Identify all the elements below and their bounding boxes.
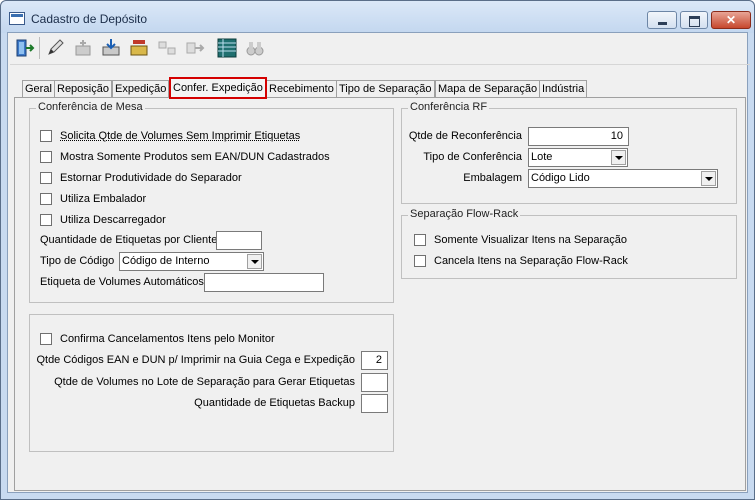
flow-rack-legend: Separação Flow-Rack xyxy=(408,208,521,220)
conferencia-rf-legend: Conferência RF xyxy=(408,101,490,113)
qtd-volumes-input[interactable] xyxy=(361,373,388,392)
checkbox-label: Confirma Cancelamentos Itens pelo Monito… xyxy=(60,333,275,345)
checkbox-embalador[interactable]: Utiliza Embalador xyxy=(40,193,147,206)
checkbox-box[interactable] xyxy=(40,151,52,164)
qtd-backup-input[interactable] xyxy=(361,394,388,413)
conferencia-mesa-legend: Conferência de Mesa xyxy=(36,101,145,113)
qtd-volumes-label: Qtde de Volumes no Lote de Separação par… xyxy=(54,376,355,388)
qtde-reconf-input[interactable]: 10 xyxy=(528,127,629,146)
conferencia-rf-group: Conferência RF Qtde de Reconferência 10 … xyxy=(401,101,737,204)
title-bar: Cadastro de Depósito ✕ xyxy=(1,1,754,33)
maximize-button[interactable] xyxy=(680,11,708,29)
main-window: Cadastro de Depósito ✕ Geral Reposição E… xyxy=(0,0,755,500)
tab-recebimento[interactable]: Recebimento xyxy=(266,80,337,97)
qtd-etiquetas-label: Quantidade de Etiquetas por Cliente xyxy=(40,234,218,246)
tipo-conf-label: Tipo de Conferência xyxy=(423,151,522,163)
qtd-etiquetas-input[interactable] xyxy=(216,231,262,250)
transfer-icon[interactable] xyxy=(156,37,178,59)
save-icon[interactable] xyxy=(100,37,122,59)
qtde-reconf-label: Qtde de Reconferência xyxy=(408,130,522,142)
checkbox-box[interactable] xyxy=(40,333,52,346)
tipo-codigo-label: Tipo de Código xyxy=(40,255,115,267)
exit-icon[interactable] xyxy=(14,37,36,59)
qtd-ean-input[interactable]: 2 xyxy=(361,351,388,370)
new-icon[interactable] xyxy=(72,37,94,59)
conferencia-mesa-group: Conferência de Mesa Solicita Qtde de Vol… xyxy=(29,101,394,303)
checkbox-cancela-itens[interactable]: Cancela Itens na Separação Flow-Rack xyxy=(414,255,628,268)
checkbox-box[interactable] xyxy=(40,130,52,143)
options-group: Confirma Cancelamentos Itens pelo Monito… xyxy=(29,314,394,452)
chevron-down-icon[interactable] xyxy=(611,150,626,165)
edit-icon[interactable] xyxy=(44,37,66,59)
checkbox-label: Utiliza Embalador xyxy=(60,193,147,205)
checkbox-box[interactable] xyxy=(414,234,426,247)
toolbar xyxy=(10,34,750,65)
etiqueta-volumes-label: Etiqueta de Volumes Automáticos xyxy=(40,276,204,288)
tab-mapa-separacao[interactable]: Mapa de Separação xyxy=(435,80,541,97)
tab-panel: Conferência de Mesa Solicita Qtde de Vol… xyxy=(14,97,746,491)
chevron-down-icon[interactable] xyxy=(701,171,716,186)
tab-reposicao[interactable]: Reposição xyxy=(54,80,112,97)
etiqueta-volumes-input[interactable] xyxy=(204,273,324,292)
window-title: Cadastro de Depósito xyxy=(31,12,148,26)
checkbox-label: Estornar Produtividade do Separador xyxy=(60,172,242,184)
minimize-button[interactable] xyxy=(647,11,677,29)
checkbox-label: Utiliza Descarregador xyxy=(60,214,166,226)
app-icon xyxy=(9,12,25,25)
checkbox-label: Cancela Itens na Separação Flow-Rack xyxy=(434,255,628,267)
embalagem-value: Código Lido xyxy=(531,172,590,184)
client-area: Geral Reposição Expedição Confer. Expedi… xyxy=(7,32,750,493)
embalagem-label: Embalagem xyxy=(463,172,522,184)
close-button[interactable]: ✕ xyxy=(711,11,751,29)
tab-geral[interactable]: Geral xyxy=(22,80,55,97)
checkbox-box[interactable] xyxy=(40,214,52,227)
binoculars-icon[interactable] xyxy=(244,37,266,59)
checkbox-estornar[interactable]: Estornar Produtividade do Separador xyxy=(40,172,242,185)
checkbox-label: Solicita Qtde de Volumes Sem Imprimir Et… xyxy=(60,130,301,142)
tipo-conf-value: Lote xyxy=(531,151,553,163)
checkbox-label: Mostra Somente Produtos sem EAN/DUN Cada… xyxy=(60,151,330,163)
checkbox-solicita-qtde[interactable]: Solicita Qtde de Volumes Sem Imprimir Et… xyxy=(40,130,301,143)
checkbox-descarregador[interactable]: Utiliza Descarregador xyxy=(40,214,166,227)
tab-confer-expedicao[interactable]: Confer. Expedição xyxy=(169,77,267,99)
checkbox-box[interactable] xyxy=(40,193,52,206)
tab-tipo-separacao[interactable]: Tipo de Separação xyxy=(336,80,435,97)
tipo-codigo-select[interactable]: Código de Interno xyxy=(119,252,264,271)
flow-rack-group: Separação Flow-Rack Somente Visualizar I… xyxy=(401,208,737,279)
qtd-backup-label: Quantidade de Etiquetas Backup xyxy=(194,397,355,409)
checkbox-mostra-somente[interactable]: Mostra Somente Produtos sem EAN/DUN Cada… xyxy=(40,151,330,164)
tab-expedicao[interactable]: Expedição xyxy=(112,80,170,97)
qtd-ean-label: Qtde Códigos EAN e DUN p/ Imprimir na Gu… xyxy=(36,354,355,366)
grid-icon[interactable] xyxy=(216,37,238,59)
checkbox-somente-visualizar[interactable]: Somente Visualizar Itens na Separação xyxy=(414,234,628,247)
checkbox-confirma-cancelamentos[interactable]: Confirma Cancelamentos Itens pelo Monito… xyxy=(40,333,275,346)
tab-industria[interactable]: Indústria xyxy=(539,80,588,97)
tipo-codigo-value: Código de Interno xyxy=(122,255,210,267)
checkbox-box[interactable] xyxy=(40,172,52,185)
tab-strip: Geral Reposição Expedição Confer. Expedi… xyxy=(8,77,748,99)
checkbox-box[interactable] xyxy=(414,255,426,268)
chevron-down-icon[interactable] xyxy=(247,254,262,269)
embalagem-select[interactable]: Código Lido xyxy=(528,169,718,188)
open-icon[interactable] xyxy=(128,37,150,59)
tipo-conf-select[interactable]: Lote xyxy=(528,148,628,167)
export-icon[interactable] xyxy=(184,37,206,59)
checkbox-label: Somente Visualizar Itens na Separação xyxy=(434,234,628,246)
